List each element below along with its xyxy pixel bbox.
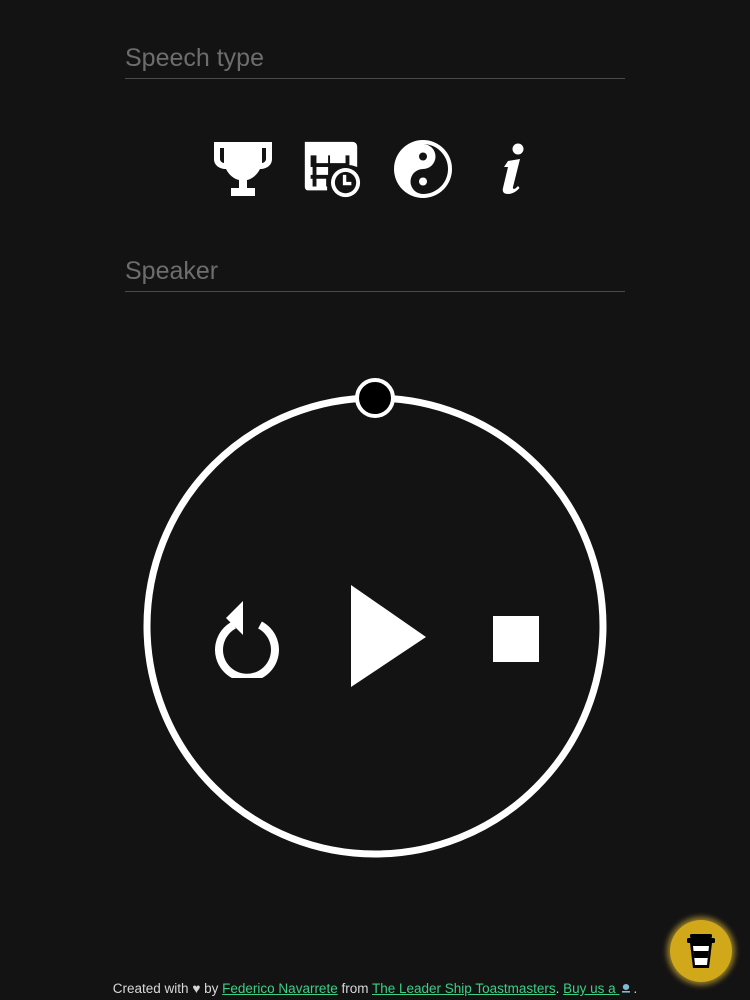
author-link[interactable]: Federico Navarrete: [222, 981, 338, 996]
heart-icon: ♥: [192, 981, 201, 996]
timer-ring: [143, 394, 607, 858]
club-link[interactable]: The Leader Ship Toastmasters: [372, 981, 556, 996]
info-button[interactable]: [482, 137, 546, 201]
timetable-icon: [304, 141, 361, 198]
reset-icon: [215, 601, 279, 682]
donate-link-label: Buy us a: [563, 981, 616, 996]
timer-progress-handle[interactable]: [355, 378, 395, 418]
timetable-button[interactable]: [299, 137, 363, 201]
trophy-button[interactable]: [211, 137, 275, 201]
speaker-input[interactable]: [125, 251, 625, 292]
yin-yang-icon: [394, 140, 452, 198]
timer-app: Created with ♥ by Federico Navarrete fro…: [0, 0, 750, 1000]
yin-yang-button[interactable]: [391, 137, 455, 201]
reset-button[interactable]: [214, 598, 284, 682]
footer-end: .: [633, 981, 638, 996]
buy-coffee-button[interactable]: [670, 920, 732, 982]
footer: Created with ♥ by Federico Navarrete fro…: [0, 981, 750, 996]
footer-by: by: [204, 981, 219, 996]
info-icon: [502, 143, 524, 194]
footer-prefix: Created with: [112, 981, 189, 996]
footer-from: from: [341, 981, 369, 996]
stop-icon: [493, 616, 539, 662]
coffee-cup-icon: [622, 984, 631, 993]
speech-type-input[interactable]: [125, 38, 625, 79]
play-button[interactable]: [345, 583, 431, 691]
coffee-cup-icon: [687, 934, 715, 968]
stop-button[interactable]: [490, 612, 542, 666]
donate-link[interactable]: Buy us a: [563, 981, 633, 996]
play-icon: [351, 585, 426, 687]
footer-separator: .: [555, 981, 560, 996]
trophy-icon: [214, 142, 272, 196]
